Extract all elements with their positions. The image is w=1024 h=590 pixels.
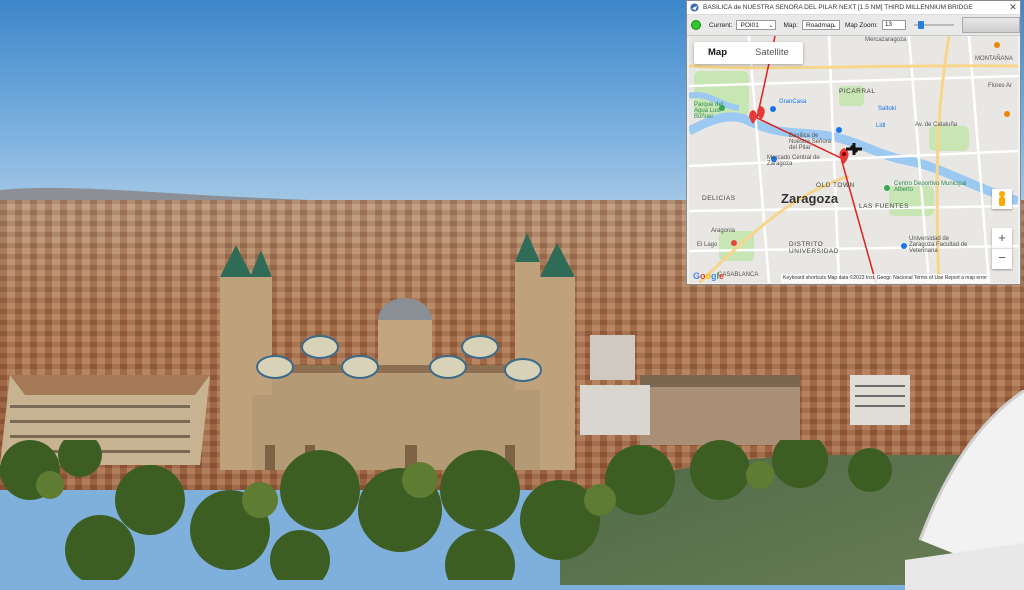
poi-label: Mercado Central de Zaragoza [767, 155, 820, 167]
poi-label: Lidl [876, 123, 886, 129]
map-type-label: Map: [783, 21, 798, 29]
map-attribution[interactable]: Keyboard shortcuts Map data ©2023 Inst. … [781, 274, 989, 283]
poi-label: El Lago [697, 242, 718, 248]
app-icon [690, 3, 699, 12]
poi-label: Universidad de Zaragoza Facultad de Vete… [909, 236, 968, 254]
map-zoom-label: Map Zoom: [844, 21, 878, 29]
basilica-pilar [220, 233, 575, 470]
district-label: OLD TOWN [816, 182, 855, 189]
poi-label: Saltoki [878, 106, 897, 112]
zoom-in-button[interactable]: + [992, 228, 1012, 248]
zoom-slider-knob[interactable] [917, 21, 924, 29]
city-label: Zaragoza [781, 191, 839, 206]
district-label: CASABLANCA [718, 272, 759, 278]
district-label: DELICIAS [702, 195, 736, 202]
map-type-value: Roadmap [805, 22, 835, 29]
street-label: Av. de Cataluña [915, 122, 958, 128]
poi-label: Parque del Agua Luis Buñuel [694, 102, 724, 120]
district-label: MONTAÑANA [975, 56, 1013, 62]
map-window[interactable]: BASILICA de NUESTRA SEÑORA DEL PILAR NEX… [686, 0, 1021, 285]
district-label: LAS FUENTES [859, 203, 909, 210]
map-zoom-value: 13 [884, 21, 893, 28]
street-view-pegman-icon[interactable] [992, 189, 1012, 209]
current-label: Current: [709, 21, 733, 29]
window-title: BASILICA de NUESTRA SEÑORA DEL PILAR NEX… [703, 4, 973, 11]
poi-label: Mercazaragoza [865, 37, 907, 43]
poi-label: Flores Ar [988, 83, 1013, 89]
status-led [691, 20, 701, 30]
district-label: DISTRITO UNIVERSIDAD [789, 241, 839, 255]
map-type-tabs: Map Satellite [694, 42, 803, 64]
toolbar: Current: POI01 ⌄ Map: Roadmap ⌄ Map Zoom… [687, 15, 1020, 36]
map-zoom-stepper[interactable]: 13 [881, 20, 906, 30]
chevron-down-icon: ⌄ [768, 23, 774, 29]
close-icon[interactable]: ✕ [1006, 2, 1020, 13]
poi-label: GranCasa [779, 99, 807, 105]
title-bar[interactable]: BASILICA de NUESTRA SEÑORA DEL PILAR NEX… [687, 1, 1020, 15]
zoom-out-button[interactable]: − [992, 248, 1012, 269]
poi-label: Basílica de Nuestra Señora del Pilar [789, 133, 832, 151]
tab-satellite[interactable]: Satellite [741, 42, 803, 64]
poi-label: Centro Deportivo Municipal Alberto [894, 181, 967, 193]
chevron-down-icon: ⌄ [831, 23, 837, 29]
tab-map[interactable]: Map [694, 42, 741, 64]
zoom-slider[interactable] [913, 21, 954, 29]
tree-canopy [0, 440, 892, 580]
google-logo: Google [693, 271, 725, 281]
app-logo [961, 17, 1020, 33]
google-map[interactable]: Map Satellite Mercazaragoza MONTAÑANA Fl… [689, 36, 1018, 283]
map-type-select[interactable]: Roadmap ⌄ [801, 20, 840, 30]
aircraft-wing [905, 390, 1024, 590]
building-right [580, 335, 910, 445]
district-label: PICARRAL [839, 88, 876, 95]
poi-label: Aragonia [711, 228, 736, 234]
current-poi-value: POI01 [740, 22, 759, 29]
current-poi-select[interactable]: POI01 ⌄ [736, 20, 777, 30]
